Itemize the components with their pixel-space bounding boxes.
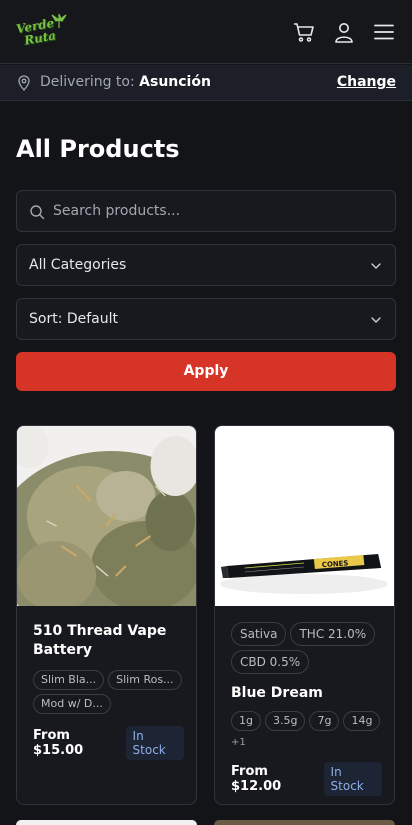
logo-text-line2: Ruta xyxy=(23,28,57,48)
product-card[interactable]: CONES Sativa THC 21.0% CBD 0.5% Blue Dre… xyxy=(214,425,395,805)
product-name[interactable]: 510 Thread Vape Battery xyxy=(33,622,184,660)
variant-chip[interactable]: Slim Bla... xyxy=(33,670,105,690)
cart-icon[interactable] xyxy=(292,20,316,44)
search-field[interactable] xyxy=(16,190,396,232)
menu-icon[interactable] xyxy=(372,20,396,44)
page-title: All Products xyxy=(16,135,180,163)
product-card-body: Sativa THC 21.0% CBD 0.5% Blue Dream 1g … xyxy=(231,622,382,796)
product-card[interactable]: 510 Thread Vape Battery Slim Bla... Slim… xyxy=(16,425,197,805)
next-product-card-edge xyxy=(214,820,395,825)
size-chip[interactable]: 14g xyxy=(343,711,381,731)
app-header: Verde Ruta xyxy=(0,0,412,64)
product-tags: Sativa THC 21.0% CBD 0.5% xyxy=(231,622,382,674)
user-icon[interactable] xyxy=(332,20,356,44)
product-card-body: 510 Thread Vape Battery Slim Bla... Slim… xyxy=(33,622,184,760)
variant-chip[interactable]: Mod w/ D... xyxy=(33,694,111,714)
stock-badge: In Stock xyxy=(323,762,382,796)
category-select[interactable]: All Categories xyxy=(16,244,396,286)
next-product-card-edge xyxy=(16,820,197,825)
apply-button[interactable]: Apply xyxy=(16,352,396,391)
cbd-tag: CBD 0.5% xyxy=(231,650,310,674)
brand-logo[interactable]: Verde Ruta xyxy=(15,14,68,50)
delivery-city: Asunción xyxy=(139,74,211,90)
variant-chips: Slim Bla... Slim Ros... Mod w/ D... xyxy=(33,670,184,714)
size-chip[interactable]: 3.5g xyxy=(264,711,306,731)
delivery-bar: Delivering to: Asunción Change xyxy=(0,65,412,101)
variant-chip[interactable]: Slim Ros... xyxy=(108,670,182,690)
search-icon xyxy=(30,205,45,220)
size-chip[interactable]: 7g xyxy=(309,711,340,731)
chevron-down-icon xyxy=(371,263,381,269)
change-location-link[interactable]: Change xyxy=(337,74,396,90)
product-price: From $12.00 xyxy=(231,764,282,794)
sort-select[interactable]: Sort: Default xyxy=(16,298,396,340)
location-pin-icon xyxy=(18,75,30,91)
size-chips: 1g 3.5g 7g 14g xyxy=(231,711,382,731)
search-input[interactable] xyxy=(53,191,383,231)
product-name[interactable]: Blue Dream xyxy=(231,684,382,703)
size-chip[interactable]: 1g xyxy=(231,711,261,731)
price-row: From $15.00 In Stock xyxy=(33,726,184,760)
category-select-value: All Categories xyxy=(29,257,127,273)
delivery-prefix: Delivering to: xyxy=(40,74,135,90)
delivery-label: Delivering to: Asunción xyxy=(40,74,211,90)
strain-type-tag: Sativa xyxy=(231,622,287,646)
sort-select-value: Sort: Default xyxy=(29,311,119,327)
stock-badge: In Stock xyxy=(125,726,184,760)
chevron-down-icon xyxy=(371,317,381,323)
product-image[interactable] xyxy=(17,426,196,606)
price-row: From $12.00 In Stock xyxy=(231,762,382,796)
more-sizes-count: +1 xyxy=(231,737,246,748)
thc-tag: THC 21.0% xyxy=(290,622,376,646)
product-image[interactable]: CONES xyxy=(215,426,394,606)
product-price: From $15.00 xyxy=(33,728,84,758)
